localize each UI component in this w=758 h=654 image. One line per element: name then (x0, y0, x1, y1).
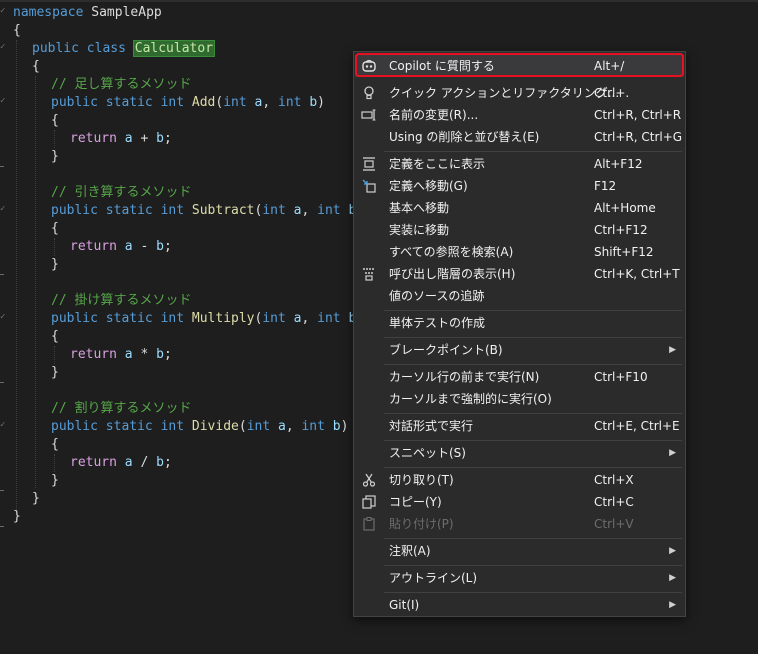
indent-guide (16, 40, 17, 510)
code-line-brace: } (51, 365, 59, 380)
copy-icon (361, 494, 377, 510)
rename-icon (361, 107, 377, 123)
menu-separator (384, 337, 682, 338)
code-line-brace: { (32, 59, 40, 74)
menu-separator (384, 413, 682, 414)
call-hierarchy-icon (361, 266, 377, 282)
lightbulb-icon (361, 85, 377, 101)
menu-separator (384, 565, 682, 566)
menu-item-force-run-to-cursor[interactable]: カーソルまで強制的に実行(O) (355, 388, 684, 410)
menu-separator (384, 467, 682, 468)
menu-item-call-hierarchy[interactable]: 呼び出し階層の表示(H) Ctrl+K, Ctrl+T (355, 263, 684, 285)
go-to-definition-icon (361, 178, 377, 194)
code-line-namespace: namespace SampleApp (13, 5, 162, 20)
indent-guide (54, 454, 55, 472)
gutter-tick: ✓ (0, 420, 6, 430)
submenu-arrow-icon: ▶ (669, 546, 676, 556)
gutter-mark (0, 166, 4, 167)
scissors-icon (361, 472, 377, 488)
gutter-tick: ✓ (0, 96, 6, 106)
code-comment: // 掛け算するメソッド (51, 293, 192, 308)
gutter-mark (0, 382, 4, 383)
gutter-tick: ✓ (0, 204, 6, 214)
menu-separator (384, 310, 682, 311)
menu-item-track-value-source[interactable]: 値のソースの追跡 (355, 285, 684, 307)
code-line-brace: { (51, 329, 59, 344)
code-comment: // 引き算するメソッド (51, 185, 192, 200)
code-method-signature: public static int Divide(int a, int b) (51, 419, 349, 434)
menu-separator (384, 364, 682, 365)
menu-item-go-to-base[interactable]: 基本へ移動 Alt+Home (355, 197, 684, 219)
menu-item-git[interactable]: Git(I) ▶ (355, 594, 684, 616)
code-line-brace: } (13, 509, 21, 524)
gutter-tick: ✓ (0, 6, 6, 16)
menu-separator (384, 440, 682, 441)
code-line-brace: { (51, 221, 59, 236)
submenu-arrow-icon: ▶ (669, 600, 676, 610)
highlight-focus-ring (355, 53, 684, 77)
menu-item-find-all-references[interactable]: すべての参照を検索(A) Shift+F12 (355, 241, 684, 263)
gutter-mark (0, 274, 4, 275)
menu-item-remove-sort-usings[interactable]: Using の削除と並び替え(E) Ctrl+R, Ctrl+G (355, 126, 684, 148)
code-line-brace: { (51, 113, 59, 128)
code-line-class: public class Calculator (32, 40, 216, 57)
menu-item-cut[interactable]: 切り取り(T) Ctrl+X (355, 469, 684, 491)
gutter-tick: ✓ (0, 42, 6, 52)
code-comment: // 足し算するメソッド (51, 77, 192, 92)
indent-guide (54, 346, 55, 364)
menu-item-copy[interactable]: コピー(Y) Ctrl+C (355, 491, 684, 513)
menu-item-snippets[interactable]: スニペット(S) ▶ (355, 442, 684, 464)
code-method-signature: public static int Multiply(int a, int b) (51, 311, 364, 326)
code-method-signature: public static int Add(int a, int b) (51, 95, 325, 110)
code-line-brace: { (13, 23, 21, 38)
code-line-brace: } (51, 149, 59, 164)
menu-item-annotations[interactable]: 注釈(A) ▶ (355, 540, 684, 562)
code-line-brace: { (51, 437, 59, 452)
menu-item-peek-definition[interactable]: 定義をここに表示 Alt+F12 (355, 153, 684, 175)
submenu-arrow-icon: ▶ (669, 573, 676, 583)
menu-item-quick-actions[interactable]: クイック アクションとリファクタリング... Ctrl+. (355, 82, 684, 104)
menu-item-run-to-cursor[interactable]: カーソル行の前まで実行(N) Ctrl+F10 (355, 366, 684, 388)
gutter-mark (0, 526, 4, 527)
code-line-brace: } (51, 473, 59, 488)
menu-item-breakpoint[interactable]: ブレークポイント(B) ▶ (355, 339, 684, 361)
menu-separator (384, 151, 682, 152)
code-line-brace: } (51, 257, 59, 272)
code-return: return a - b; (70, 239, 172, 254)
menu-separator (384, 592, 682, 593)
menu-item-execute-interactive[interactable]: 対話形式で実行 Ctrl+E, Ctrl+E (355, 415, 684, 437)
menu-item-rename[interactable]: 名前の変更(R)... Ctrl+R, Ctrl+R (355, 104, 684, 126)
gutter-tick: ✓ (0, 312, 6, 322)
indent-guide (54, 238, 55, 256)
code-return: return a + b; (70, 131, 172, 146)
paste-icon (361, 516, 377, 532)
menu-item-outlining[interactable]: アウトライン(L) ▶ (355, 567, 684, 589)
submenu-arrow-icon: ▶ (669, 345, 676, 355)
code-method-signature: public static int Subtract(int a, int b) (51, 203, 364, 218)
code-comment: // 割り算するメソッド (51, 401, 192, 416)
menu-item-create-unit-tests[interactable]: 単体テストの作成 (355, 312, 684, 334)
menu-separator (384, 538, 682, 539)
indent-guide (54, 130, 55, 148)
menu-item-paste[interactable]: 貼り付け(P) Ctrl+V (355, 513, 684, 535)
code-return: return a / b; (70, 455, 172, 470)
menu-item-go-to-definition[interactable]: 定義へ移動(G) F12 (355, 175, 684, 197)
submenu-arrow-icon: ▶ (669, 448, 676, 458)
context-menu: Copilot に質問する Alt+/ クイック アクションとリファクタリング.… (353, 51, 686, 617)
peek-definition-icon (361, 156, 377, 172)
code-line-brace: } (32, 491, 40, 506)
menu-item-go-to-implementation[interactable]: 実装に移動 Ctrl+F12 (355, 219, 684, 241)
gutter-mark (0, 490, 4, 491)
code-return: return a * b; (70, 347, 172, 362)
indent-guide (35, 76, 36, 488)
class-name-selected: Calculator (132, 40, 216, 57)
